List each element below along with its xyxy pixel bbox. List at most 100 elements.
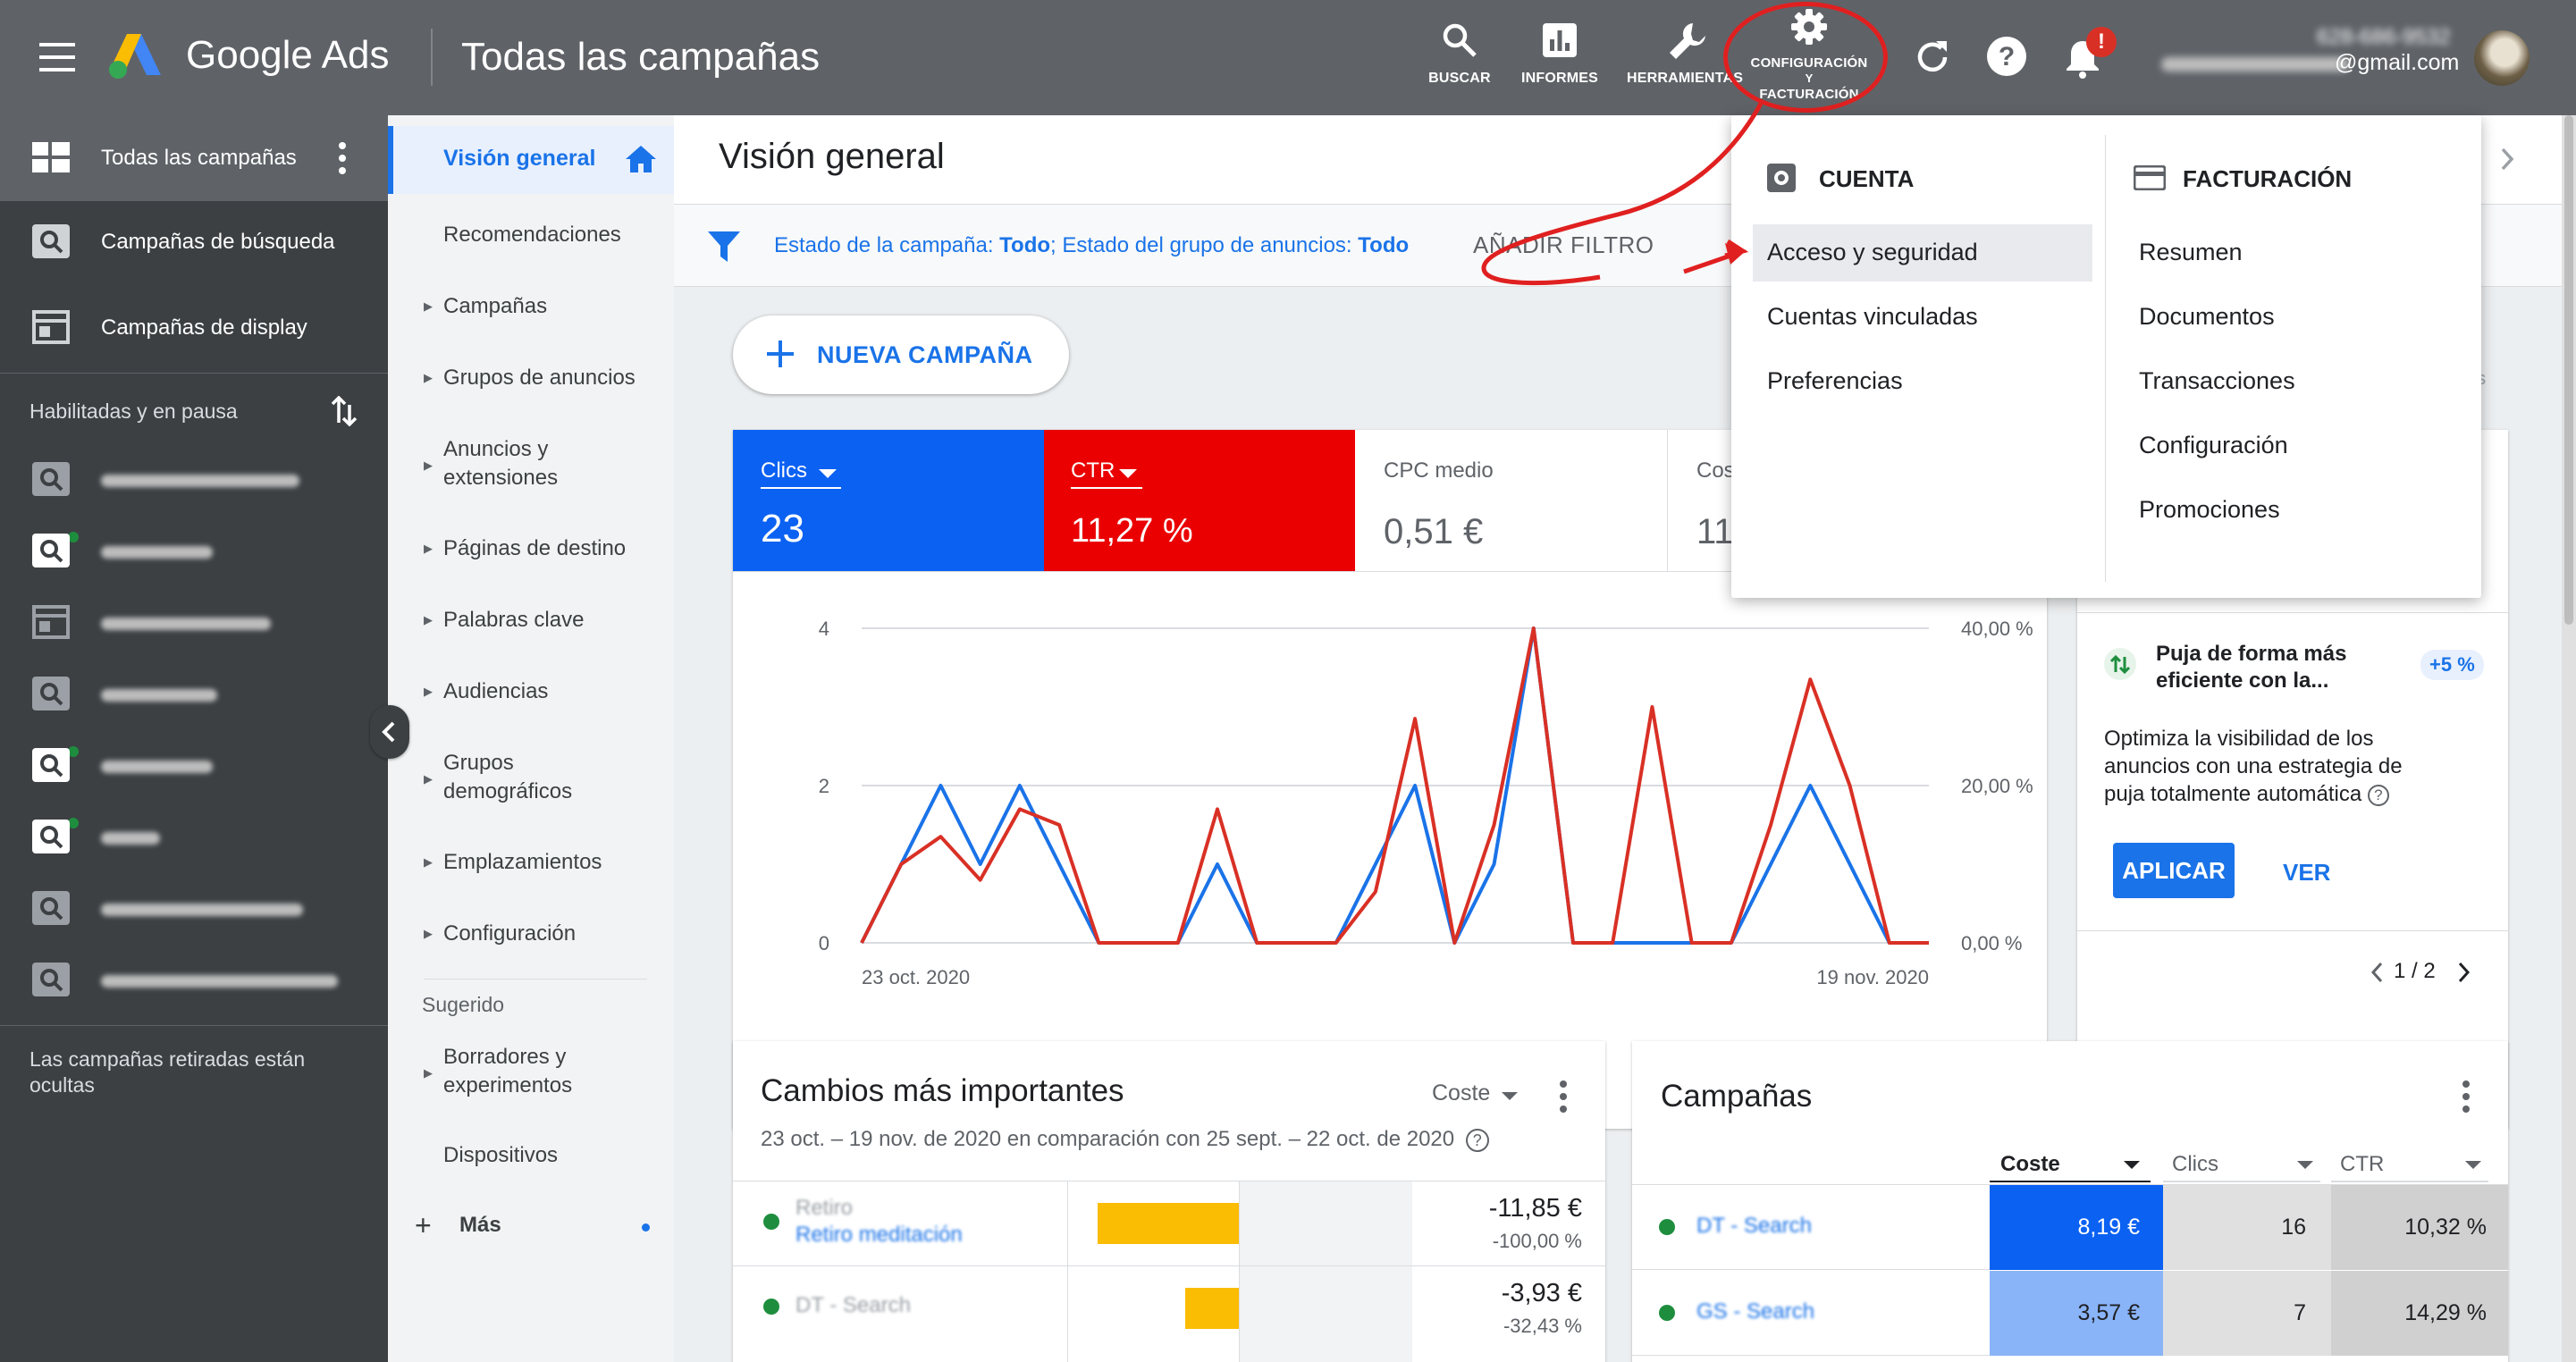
more-vert-icon[interactable] [338, 142, 347, 174]
nav-search-campaigns[interactable]: Campañas de búsqueda [0, 203, 388, 282]
menu-item-billing[interactable]: Promociones [2125, 482, 2464, 539]
menu-item-drafts[interactable]: ▶ Borradores y experimentos [388, 1043, 674, 1100]
chevron-left-icon [382, 721, 395, 743]
change-value: -3,93 € [1501, 1279, 1582, 1307]
billing-section-icon [2134, 165, 2166, 190]
filter-summary[interactable]: Estado de la campaña: Todo; Estado del g… [774, 233, 1409, 258]
campaign-item[interactable] [0, 730, 388, 802]
overview-heading: Visión general [719, 137, 945, 176]
menu-item-overview[interactable]: Visión general [388, 126, 674, 194]
page-scrollbar[interactable] [2562, 115, 2576, 1362]
campaign-item[interactable] [0, 945, 388, 1016]
menu-item-label: Resumen [2139, 239, 2243, 265]
more-vert-icon[interactable] [2462, 1080, 2471, 1113]
changes-title: Cambios más importantes [761, 1073, 1124, 1108]
view-button[interactable]: VER [2283, 859, 2330, 887]
svg-text:?: ? [1999, 42, 2015, 71]
help-icon[interactable]: ? [1986, 36, 2027, 77]
column-header-clicks[interactable]: Clics [2163, 1152, 2320, 1182]
avatar[interactable] [2474, 30, 2530, 86]
campaign-name[interactable]: GS - Search [1696, 1299, 1814, 1324]
prev-page-icon[interactable] [2370, 961, 2385, 984]
changes-subtitle: 23 oct. – 19 nov. de 2020 en comparación… [761, 1127, 1489, 1152]
new-dot [642, 1223, 650, 1232]
help-icon[interactable]: ? [1465, 1128, 1489, 1152]
campaign-item[interactable] [0, 516, 388, 587]
sort-icon[interactable] [331, 396, 358, 426]
menu-item-billing[interactable]: Resumen [2125, 224, 2464, 282]
redacted-campaign-name [101, 689, 217, 702]
menu-item-billing[interactable]: Documentos [2125, 289, 2464, 346]
account-section-header: CUENTA [1819, 165, 1915, 192]
dropdown-arrow-icon [2465, 1161, 2481, 1169]
kpi-ctr[interactable]: CTR 11,27 % [1044, 430, 1355, 571]
scrollbar-thumb[interactable] [2564, 115, 2573, 625]
campaign-item[interactable] [0, 444, 388, 516]
status-dot [763, 1214, 779, 1230]
menu-item-label: Preferencias [1767, 367, 1903, 394]
filter-funnel-icon[interactable] [708, 231, 740, 262]
new-campaign-button[interactable]: NUEVA CAMPAÑA [733, 315, 1069, 394]
menu-item-account[interactable]: Cuentas vinculadas [1753, 289, 2092, 346]
menu-item-billing[interactable]: Configuración [2125, 417, 2464, 475]
menu-item-label: Configuración [443, 921, 577, 946]
menu-icon[interactable] [39, 43, 75, 71]
expand-triangle-icon: ▶ [424, 685, 433, 698]
kpi-cpc-value: 0,51 € [1384, 512, 1484, 551]
table-row[interactable]: GS - Search 3,57 €7 14,29 % [1632, 1271, 2508, 1356]
account-phone: 628-686-9532 [2317, 25, 2451, 49]
chevron-right-icon[interactable] [2499, 146, 2517, 172]
search-button[interactable]: BUSCAR [1423, 18, 1496, 93]
billing-section-header: FACTURACIÓN [2183, 165, 2353, 192]
table-row[interactable]: DT - Search 8,19 €16 10,32 % [1632, 1185, 2508, 1270]
reco-body-line: puja totalmente automática ? [2104, 780, 2488, 808]
dropdown-arrow-icon [819, 469, 837, 478]
table-row[interactable]: DT - Search -3,93 € -32,43 % [733, 1266, 1605, 1350]
expand-triangle-icon: ▶ [424, 772, 433, 786]
menu-item-account[interactable]: Acceso y seguridad [1753, 224, 2092, 282]
search-label: BUSCAR [1428, 71, 1491, 86]
menu-item-label: experimentos [443, 1073, 573, 1097]
nav-display-campaigns[interactable]: Campañas de display [0, 289, 388, 367]
menu-item-label: Más [459, 1213, 501, 1237]
apply-button[interactable]: APLICAR [2113, 843, 2235, 898]
y-tick-left: 0 [819, 932, 829, 954]
collapse-nav-button[interactable] [370, 705, 409, 759]
campaign-item[interactable] [0, 873, 388, 945]
menu-item-demographics[interactable]: ▶ Grupos demográficos [388, 749, 674, 806]
bar-chart-icon [1543, 23, 1577, 57]
kpi-ctr-label: CTR [1071, 458, 1115, 483]
table-row[interactable]: Retiro Retiro meditación -11,85 € -100,00 % [733, 1181, 1605, 1265]
redacted-campaign-name [101, 904, 303, 916]
campaign-item[interactable] [0, 802, 388, 873]
search-campaign-icon [32, 462, 72, 498]
row-subname[interactable]: Retiro meditación [796, 1223, 963, 1248]
menu-item-account[interactable]: Preferencias [1753, 353, 2092, 410]
column-header-cost[interactable]: Coste [1990, 1152, 2151, 1182]
changes-metric-select[interactable]: Coste [1432, 1080, 1519, 1106]
reports-button[interactable]: INFORMES [1520, 18, 1600, 93]
next-page-icon[interactable] [2456, 961, 2471, 984]
menu-item-billing[interactable]: Transacciones [2125, 353, 2464, 410]
campaign-item[interactable] [0, 587, 388, 659]
cell-ctr: 14,29 % [2331, 1271, 2508, 1356]
menu-item-label: Campañas [443, 294, 548, 318]
kpi-clicks[interactable]: Clics 23 [733, 430, 1044, 571]
menu-item-label: Emplazamientos [443, 850, 602, 874]
dropdown-arrow-icon [1502, 1092, 1519, 1100]
reco-divider [2077, 612, 2508, 613]
info-icon[interactable]: ? [2367, 784, 2389, 806]
campaign-name[interactable]: DT - Search [1696, 1214, 1812, 1239]
redacted-campaign-name [101, 475, 299, 487]
refresh-icon[interactable] [1913, 38, 1952, 77]
column-header-ctr[interactable]: CTR [2331, 1152, 2488, 1182]
kpi-cpc[interactable]: CPC medio 0,51 € [1355, 430, 1668, 571]
menu-item-ads[interactable]: ▶ Anuncios y extensiones [388, 435, 674, 492]
grid-icon [32, 140, 72, 176]
reco-body: Optimiza la visibilidad de los anuncios … [2104, 725, 2488, 808]
nav-all-campaigns[interactable]: Todas las campañas [0, 115, 388, 201]
cell-clicks: 7 [2163, 1271, 2331, 1356]
menu-item-label: Promociones [2139, 496, 2280, 523]
more-vert-icon[interactable] [1559, 1080, 1568, 1113]
campaign-item[interactable] [0, 659, 388, 730]
